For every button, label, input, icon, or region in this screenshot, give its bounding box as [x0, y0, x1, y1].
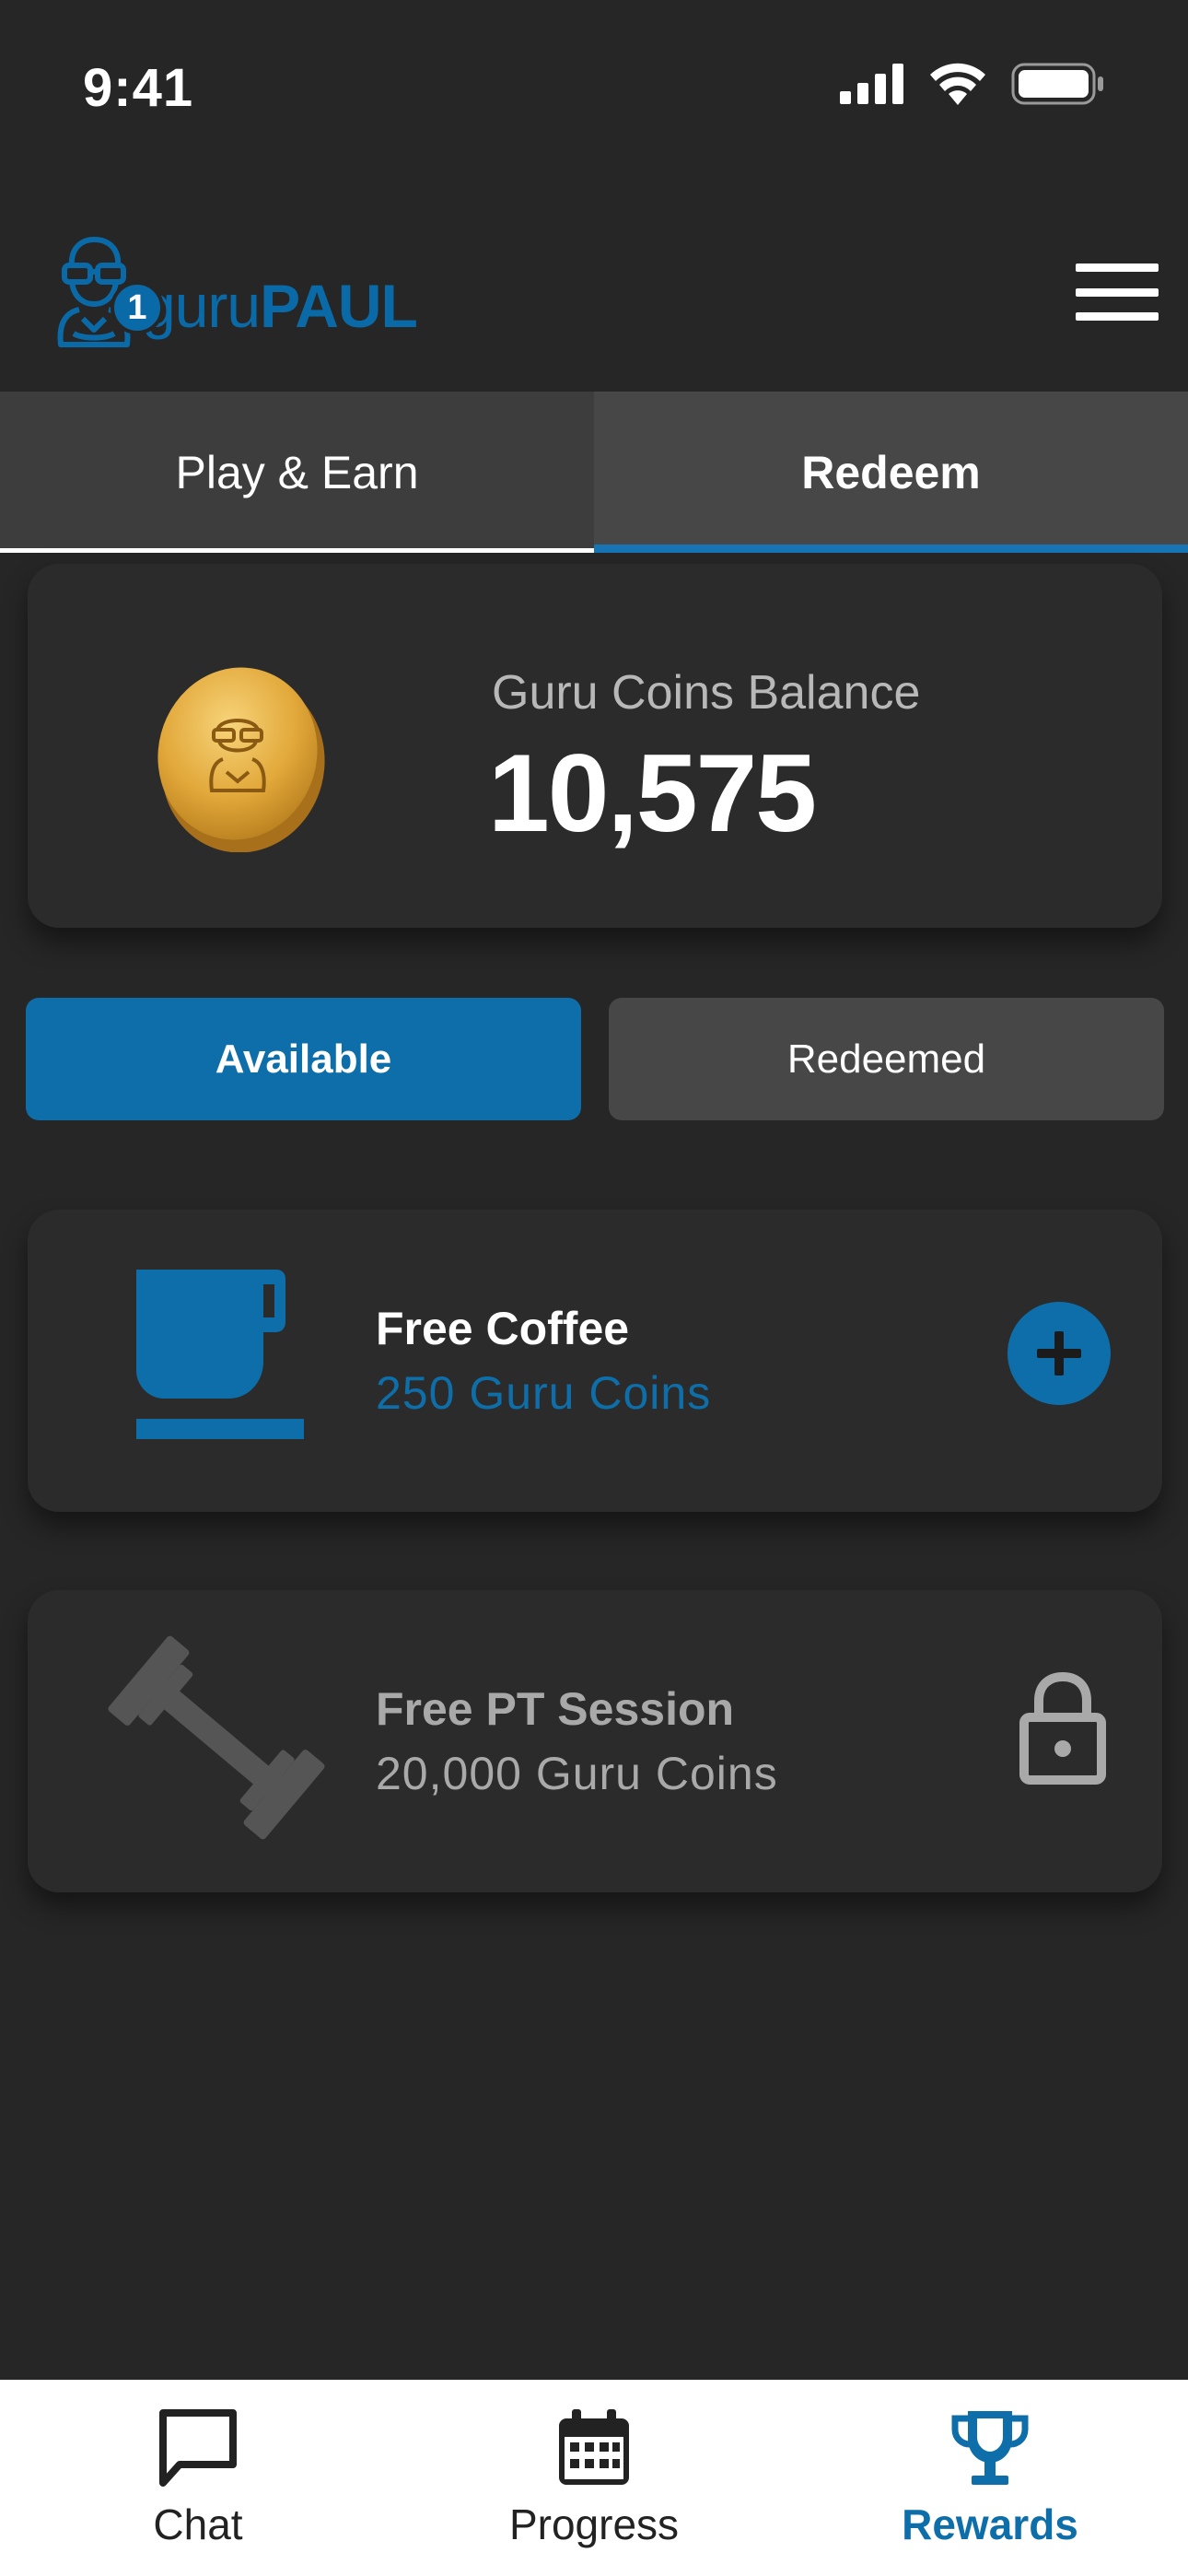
logo-text-bold: PAUL [260, 272, 418, 340]
bottom-navigation: Chat Progress Rewards [0, 2380, 1188, 2576]
nav-progress-label: Progress [508, 2500, 680, 2548]
battery-icon [1011, 63, 1103, 105]
notification-badge: 1 [111, 281, 164, 334]
tab-play-earn[interactable]: Play & Earn [0, 392, 594, 553]
available-filter-button[interactable]: Available [26, 998, 581, 1120]
top-tabs: Play & Earn Redeem [0, 392, 1188, 553]
reward-cost: 20,000 Guru Coins [376, 1748, 778, 1799]
redeemed-filter-button[interactable]: Redeemed [609, 998, 1164, 1120]
calendar-icon [559, 2409, 629, 2485]
guru-coin-icon [157, 667, 325, 852]
nav-chat[interactable]: Chat [0, 2380, 396, 2576]
logo-wordmark: guruPAUL [142, 271, 418, 341]
trophy-icon [951, 2411, 1029, 2485]
wifi-icon [930, 63, 985, 105]
tab-redeem-label: Redeem [801, 446, 981, 498]
gurupaul-logo[interactable]: guruPAUL 1 [52, 230, 418, 350]
reward-card-pt-session[interactable]: Free PT Session 20,000 Guru Coins [28, 1590, 1162, 1892]
plus-icon [1037, 1331, 1081, 1376]
balance-value: 10,575 [488, 732, 817, 855]
status-time: 9:41 [83, 58, 194, 118]
reward-title: Free Coffee [376, 1303, 630, 1354]
tab-play-earn-label: Play & Earn [175, 446, 419, 498]
nav-rewards-label: Rewards [902, 2500, 1078, 2548]
status-bar: 9:41 [0, 0, 1188, 175]
menu-line [1076, 263, 1159, 272]
redeem-add-button[interactable] [1007, 1302, 1111, 1405]
hamburger-menu-button[interactable] [1076, 263, 1159, 321]
balance-label: Guru Coins Balance [492, 666, 921, 720]
reward-title: Free PT Session [376, 1683, 735, 1735]
tab-redeem[interactable]: Redeem [594, 392, 1188, 553]
reward-card-coffee[interactable]: Free Coffee 250 Guru Coins [28, 1210, 1162, 1512]
app-header: guruPAUL 1 [0, 175, 1188, 392]
lock-icon [1019, 1671, 1106, 1785]
dumbbell-icon [108, 1635, 325, 1840]
coffee-cup-icon [136, 1270, 304, 1439]
balance-card: Guru Coins Balance 10,575 [28, 564, 1162, 928]
chat-bubble-icon [159, 2409, 237, 2487]
menu-line [1076, 287, 1159, 297]
nav-chat-label: Chat [153, 2500, 243, 2548]
nav-progress[interactable]: Progress [396, 2380, 792, 2576]
tab-underline [0, 548, 594, 553]
reward-cost: 250 Guru Coins [376, 1367, 712, 1419]
cellular-signal-icon [840, 64, 903, 104]
nav-rewards[interactable]: Rewards [792, 2380, 1188, 2576]
menu-line [1076, 312, 1159, 321]
status-icons [840, 63, 1105, 105]
tab-active-indicator [594, 544, 1188, 553]
